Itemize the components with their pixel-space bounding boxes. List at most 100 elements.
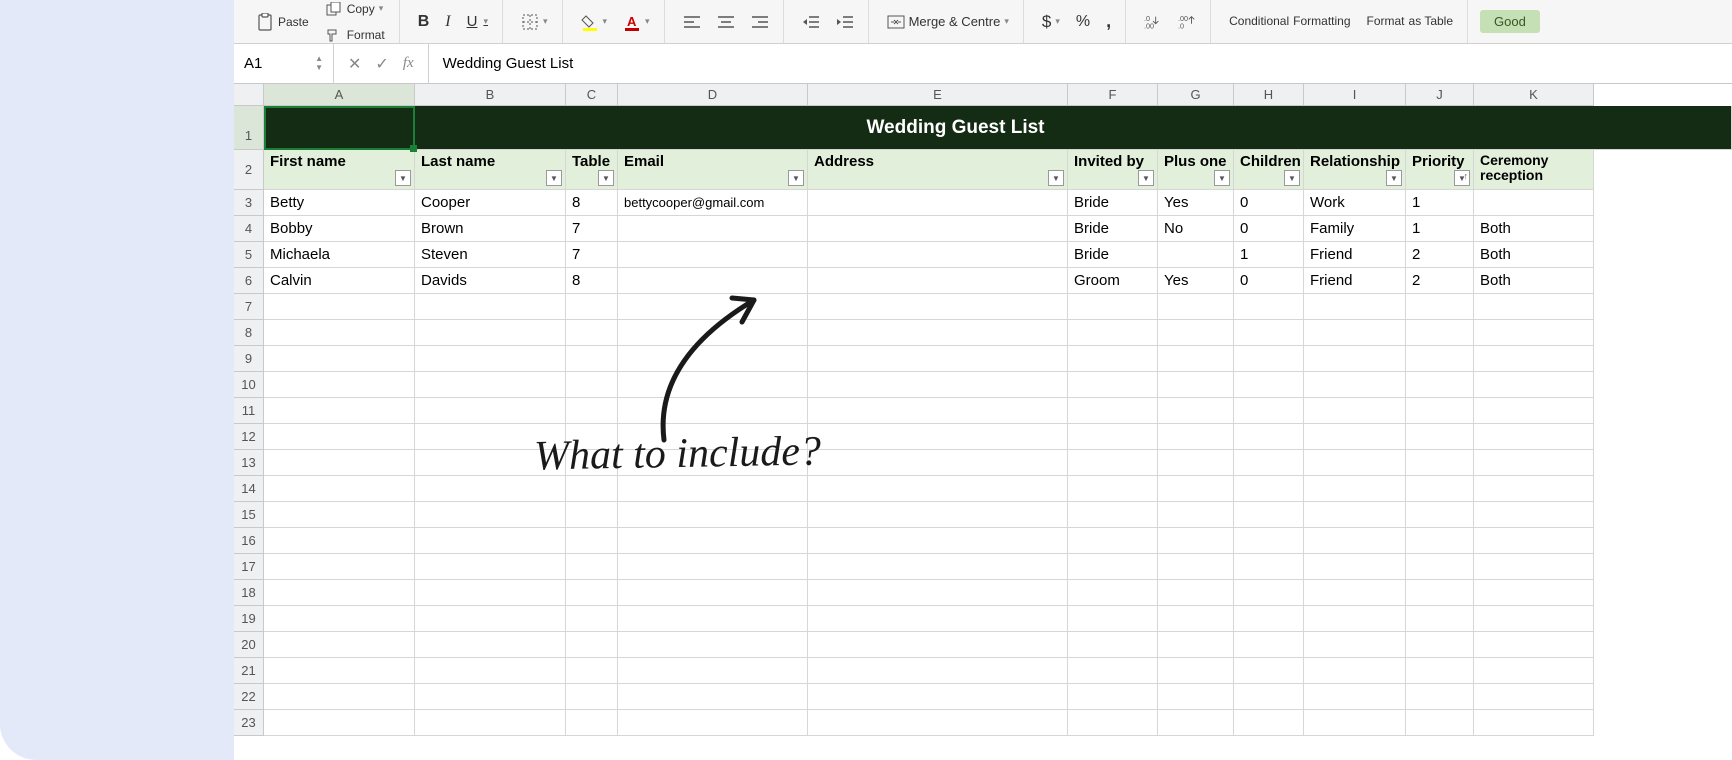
comma-button[interactable]: , bbox=[1100, 8, 1117, 35]
cell[interactable] bbox=[618, 710, 808, 736]
cell[interactable] bbox=[618, 346, 808, 372]
cell[interactable] bbox=[1068, 424, 1158, 450]
cell[interactable] bbox=[618, 294, 808, 320]
cell[interactable]: Yes bbox=[1158, 190, 1234, 216]
cell[interactable]: Betty bbox=[264, 190, 415, 216]
header-relationship[interactable]: Relationship▼ bbox=[1304, 150, 1406, 190]
cell[interactable] bbox=[1474, 684, 1594, 710]
cell[interactable] bbox=[566, 450, 618, 476]
cell[interactable] bbox=[808, 372, 1068, 398]
cell[interactable]: Bobby bbox=[264, 216, 415, 242]
header-invited-by[interactable]: Invited by▼ bbox=[1068, 150, 1158, 190]
cell[interactable] bbox=[808, 216, 1068, 242]
row-header[interactable]: 22 bbox=[234, 684, 264, 710]
cell[interactable]: 8 bbox=[566, 268, 618, 294]
cell[interactable] bbox=[415, 320, 566, 346]
cell[interactable] bbox=[1068, 476, 1158, 502]
cell[interactable] bbox=[1304, 476, 1406, 502]
align-left-button[interactable] bbox=[677, 10, 707, 34]
cell[interactable]: 0 bbox=[1234, 216, 1304, 242]
cell[interactable] bbox=[1158, 294, 1234, 320]
cell[interactable] bbox=[415, 632, 566, 658]
row-header[interactable]: 1 bbox=[234, 106, 264, 150]
header-priority[interactable]: Priority▼↑ bbox=[1406, 150, 1474, 190]
cell[interactable] bbox=[1406, 684, 1474, 710]
cell[interactable]: Family bbox=[1304, 216, 1406, 242]
cell[interactable] bbox=[1304, 294, 1406, 320]
cell[interactable] bbox=[566, 632, 618, 658]
row-header[interactable]: 14 bbox=[234, 476, 264, 502]
cell[interactable]: Davids bbox=[415, 268, 566, 294]
merge-center-button[interactable]: Merge & Centre ▾ bbox=[881, 10, 1015, 34]
cell[interactable] bbox=[808, 268, 1068, 294]
cell[interactable] bbox=[264, 346, 415, 372]
cell[interactable] bbox=[1304, 580, 1406, 606]
cell[interactable]: 1 bbox=[1406, 216, 1474, 242]
underline-button[interactable]: U ▾ bbox=[461, 10, 494, 33]
cell[interactable] bbox=[808, 346, 1068, 372]
cell[interactable] bbox=[1068, 580, 1158, 606]
formula-input[interactable]: Wedding Guest List bbox=[429, 55, 1732, 72]
cell[interactable]: Bride bbox=[1068, 190, 1158, 216]
cell[interactable] bbox=[1406, 476, 1474, 502]
cell[interactable] bbox=[1406, 710, 1474, 736]
cell[interactable] bbox=[1474, 710, 1594, 736]
cell[interactable]: Both bbox=[1474, 268, 1594, 294]
column-header[interactable]: B bbox=[415, 84, 566, 106]
cell[interactable] bbox=[264, 424, 415, 450]
filter-button[interactable]: ▼ bbox=[1284, 170, 1300, 186]
cell[interactable] bbox=[1474, 476, 1594, 502]
cell[interactable] bbox=[415, 684, 566, 710]
cell[interactable]: Friend bbox=[1304, 268, 1406, 294]
cell[interactable] bbox=[1474, 372, 1594, 398]
cell[interactable] bbox=[808, 476, 1068, 502]
cell[interactable] bbox=[264, 658, 415, 684]
cell[interactable] bbox=[1234, 502, 1304, 528]
fx-button[interactable]: fx bbox=[403, 55, 414, 72]
cell[interactable] bbox=[1304, 658, 1406, 684]
column-header[interactable]: K bbox=[1474, 84, 1594, 106]
cell[interactable] bbox=[1304, 424, 1406, 450]
cell[interactable]: Yes bbox=[1158, 268, 1234, 294]
column-header[interactable]: C bbox=[566, 84, 618, 106]
row-header[interactable]: 8 bbox=[234, 320, 264, 346]
cell[interactable] bbox=[1406, 346, 1474, 372]
cell[interactable] bbox=[566, 528, 618, 554]
cell[interactable] bbox=[1158, 606, 1234, 632]
cell[interactable] bbox=[808, 710, 1068, 736]
increase-indent-button[interactable] bbox=[830, 10, 860, 34]
cell[interactable] bbox=[264, 528, 415, 554]
row-header[interactable]: 19 bbox=[234, 606, 264, 632]
cell[interactable]: 7 bbox=[566, 242, 618, 268]
copy-button[interactable]: Copy ▾ bbox=[319, 0, 391, 21]
cell[interactable] bbox=[1406, 632, 1474, 658]
filter-button[interactable]: ▼ bbox=[1048, 170, 1064, 186]
cell[interactable] bbox=[618, 580, 808, 606]
cell[interactable] bbox=[618, 658, 808, 684]
filter-button-sorted[interactable]: ▼↑ bbox=[1454, 170, 1470, 186]
cell[interactable] bbox=[1304, 710, 1406, 736]
cell[interactable] bbox=[1406, 372, 1474, 398]
header-last-name[interactable]: Last name▼ bbox=[415, 150, 566, 190]
row-header[interactable]: 7 bbox=[234, 294, 264, 320]
cell[interactable] bbox=[1474, 528, 1594, 554]
cell[interactable] bbox=[1474, 554, 1594, 580]
column-header[interactable]: H bbox=[1234, 84, 1304, 106]
cell[interactable] bbox=[1234, 710, 1304, 736]
cell[interactable] bbox=[1068, 320, 1158, 346]
cell[interactable] bbox=[1158, 502, 1234, 528]
cell[interactable] bbox=[415, 606, 566, 632]
cell[interactable] bbox=[1068, 346, 1158, 372]
cell[interactable] bbox=[618, 268, 808, 294]
cell[interactable] bbox=[1158, 554, 1234, 580]
header-table[interactable]: Table▼ bbox=[566, 150, 618, 190]
cell[interactable] bbox=[566, 710, 618, 736]
cell[interactable] bbox=[1158, 450, 1234, 476]
cell[interactable] bbox=[1406, 320, 1474, 346]
cell[interactable] bbox=[1068, 528, 1158, 554]
cell[interactable] bbox=[566, 684, 618, 710]
cell[interactable]: 2 bbox=[1406, 268, 1474, 294]
cell[interactable] bbox=[1304, 346, 1406, 372]
cell[interactable] bbox=[808, 554, 1068, 580]
cell[interactable] bbox=[1234, 398, 1304, 424]
